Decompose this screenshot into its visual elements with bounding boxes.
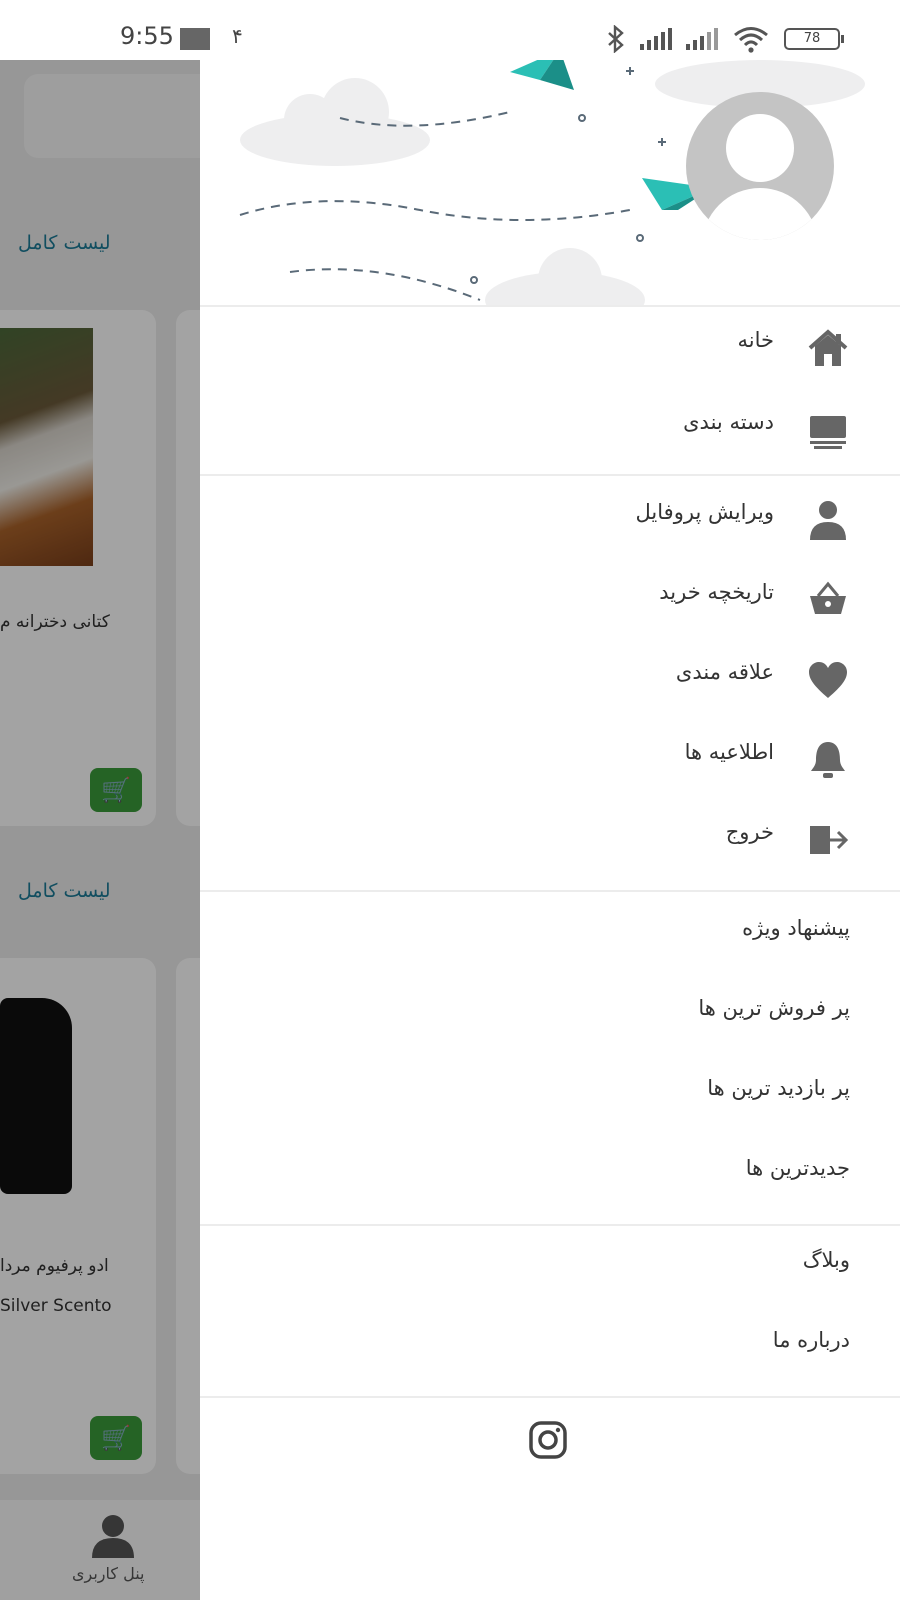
menu-item-favorites[interactable]: علاقه مندی bbox=[200, 642, 900, 714]
menu-item-label: پر فروش ترین ها bbox=[698, 996, 850, 1020]
home-icon bbox=[808, 329, 848, 366]
menu-item-special-offer[interactable]: پیشنهاد ویژه bbox=[200, 898, 900, 962]
menu-item-label: وبلاگ bbox=[802, 1248, 850, 1272]
menu-item-label: خانه bbox=[737, 328, 774, 352]
menu-item-best-sellers[interactable]: پر فروش ترین ها bbox=[200, 978, 900, 1042]
status-bar: 9:55 ۴ 78 bbox=[0, 0, 900, 60]
menu-item-logout[interactable]: خروج bbox=[200, 802, 900, 874]
status-digit: ۴ bbox=[232, 24, 243, 48]
divider bbox=[200, 1396, 900, 1398]
menu-item-categories[interactable]: دسته بندی bbox=[200, 392, 900, 464]
heart-icon bbox=[809, 662, 847, 698]
menu-item-label: پیشنهاد ویژه bbox=[742, 916, 850, 940]
basket-icon bbox=[810, 581, 846, 614]
bell-icon bbox=[811, 742, 845, 778]
menu-item-most-viewed[interactable]: پر بازدید ترین ها bbox=[200, 1058, 900, 1122]
divider bbox=[200, 890, 900, 892]
divider bbox=[200, 305, 900, 307]
drawer-header bbox=[200, 60, 900, 305]
menu-item-label: ویرایش پروفایل bbox=[635, 500, 774, 524]
menu-item-label: درباره ما bbox=[772, 1328, 850, 1352]
navigation-drawer: خانه دسته بندی ویرایش پروفایل تاریخچه خر… bbox=[200, 60, 900, 1600]
notification-icon bbox=[180, 28, 210, 50]
divider bbox=[200, 474, 900, 476]
menu-item-label: علاقه مندی bbox=[675, 660, 774, 684]
instagram-icon[interactable] bbox=[528, 1420, 568, 1460]
signal-icon bbox=[640, 28, 672, 50]
menu-item-blog[interactable]: وبلاگ bbox=[200, 1230, 900, 1294]
menu-item-edit-profile[interactable]: ویرایش پروفایل bbox=[200, 482, 900, 554]
battery-icon: 78 bbox=[784, 28, 844, 50]
menu-item-label: دسته بندی bbox=[683, 410, 774, 434]
signal-icon bbox=[686, 28, 718, 50]
menu-item-purchase-history[interactable]: تاریخچه خرید bbox=[200, 562, 900, 634]
scrim-overlay[interactable] bbox=[0, 60, 200, 1600]
menu-item-notifications[interactable]: اطلاعیه ها bbox=[200, 722, 900, 794]
logout-icon bbox=[810, 826, 849, 854]
category-icon bbox=[810, 416, 846, 449]
menu-item-label: اطلاعیه ها bbox=[684, 740, 774, 764]
menu-item-newest[interactable]: جدیدترین ها bbox=[200, 1138, 900, 1202]
menu-item-label: تاریخچه خرید bbox=[659, 580, 774, 604]
bluetooth-icon bbox=[608, 25, 624, 53]
menu-item-home[interactable]: خانه bbox=[200, 310, 900, 382]
menu-item-label: پر بازدید ترین ها bbox=[707, 1076, 850, 1100]
menu-item-label: جدیدترین ها bbox=[745, 1156, 850, 1180]
divider bbox=[200, 1224, 900, 1226]
user-icon bbox=[810, 501, 846, 540]
menu-item-about-us[interactable]: درباره ما bbox=[200, 1310, 900, 1374]
status-time: 9:55 bbox=[120, 22, 174, 50]
status-icons: 78 bbox=[606, 24, 844, 54]
wifi-icon bbox=[734, 27, 768, 53]
menu-item-label: خروج bbox=[725, 820, 774, 844]
avatar[interactable] bbox=[686, 92, 834, 240]
